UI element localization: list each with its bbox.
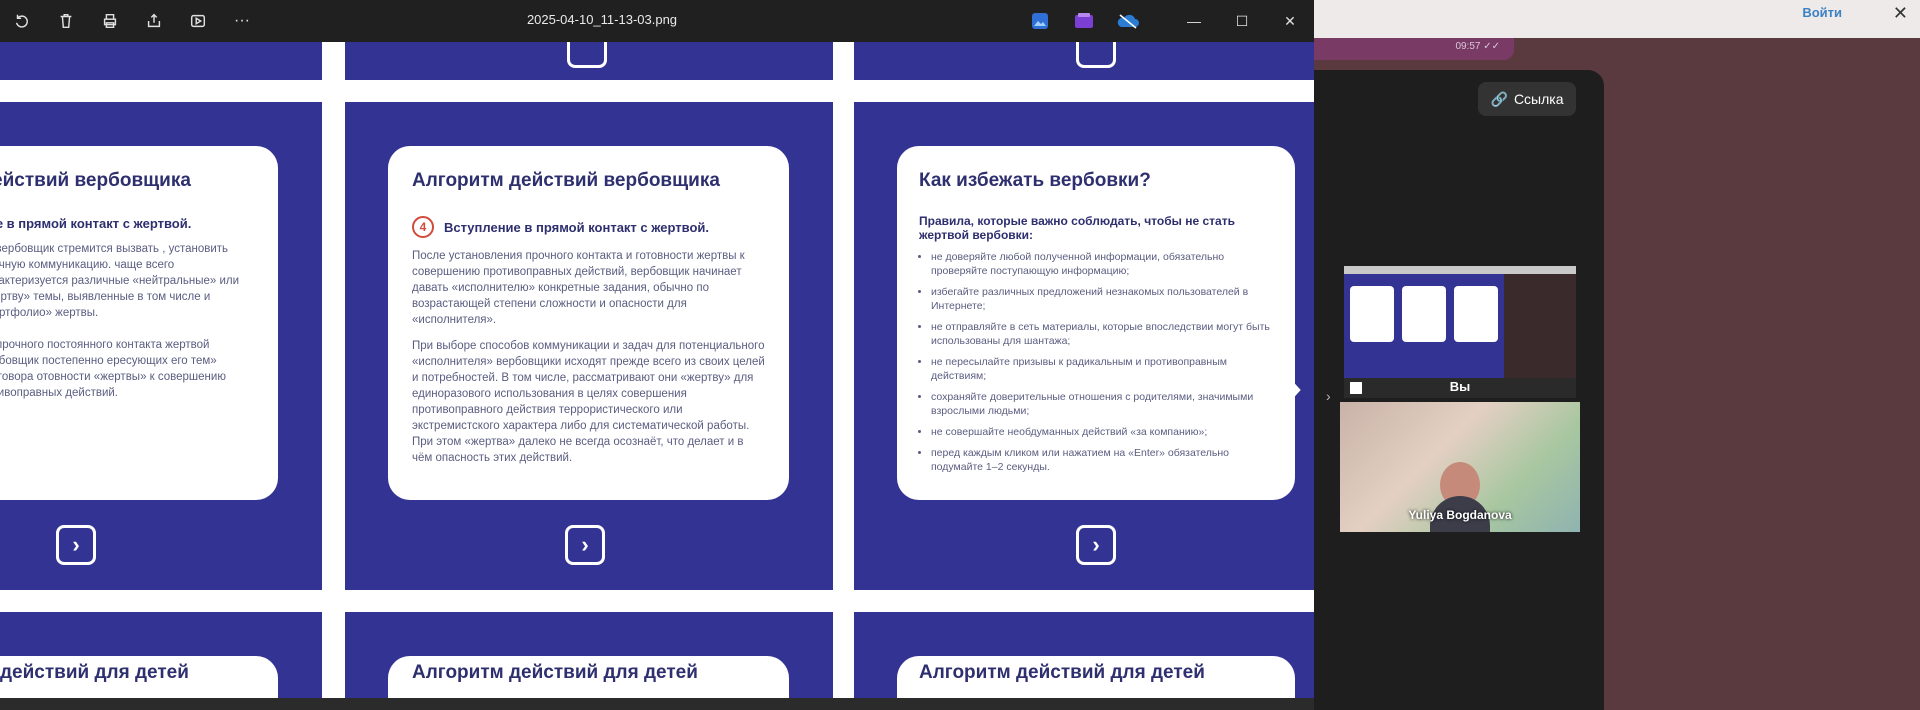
slide-subtitle: Правила, которые важно соблюдать, чтобы … (919, 214, 1273, 242)
clipchamp-icon[interactable] (1062, 0, 1106, 42)
next-image-chevron-icon[interactable] (1268, 360, 1308, 420)
telegram-area: Войти ✕ 09:57 ✓✓ 🔗 Ссылка › Вы Yuliya Bo… (1314, 0, 1920, 710)
rules-list: не доверяйте любой полученной информации… (919, 250, 1273, 474)
slide-title: Алгоритм действий вербовщика (412, 170, 720, 191)
step-number-badge: 4 (412, 216, 434, 238)
expand-chevron-icon[interactable]: › (1326, 388, 1331, 404)
status-strip (0, 698, 1314, 710)
maximize-button[interactable]: ☐ (1218, 0, 1266, 42)
close-button[interactable]: ✕ (1266, 0, 1314, 42)
participant-name: Yuliya Bogdanova (1408, 508, 1512, 522)
slide-next-icon (1076, 42, 1116, 68)
onedrive-icon[interactable] (1106, 0, 1150, 42)
link-button[interactable]: 🔗 Ссылка (1478, 82, 1576, 116)
link-icon: 🔗 (1490, 90, 1508, 107)
rule-item: избегайте различных предложений незнаком… (931, 285, 1273, 313)
slide-paragraph: кт, вербовщик стремится вызвать , устано… (0, 243, 240, 319)
slide-cell (854, 42, 1314, 80)
slide-cell (0, 42, 322, 80)
slide-title: Алгоритм действий для детей (919, 662, 1205, 683)
slide-card: действий вербовщика ние в прямой контакт… (0, 146, 278, 500)
message-bubble: 09:57 ✓✓ (1314, 38, 1514, 60)
photos-app-icon[interactable] (1018, 0, 1062, 42)
slide-subtitle-text: Правила, которые важно соблюдать, чтобы … (919, 214, 1235, 242)
participant-video-tile[interactable]: Yuliya Bogdanova (1340, 402, 1580, 532)
slide-cell: Алгоритм действий для детей (345, 612, 833, 698)
slide-subtitle-text: Вступление в прямой контакт с жертвой. (444, 219, 710, 235)
image-canvas: действий вербовщика ние в прямой контакт… (0, 42, 1314, 698)
rule-item: не совершайте необдуманных действий «за … (931, 425, 1273, 439)
slide-cell: Как избежать вербовки? Правила, которые … (854, 102, 1314, 590)
slide-paragraph: ии прочного постоянного контакта жертвой… (0, 339, 226, 399)
telegram-header: Войти ✕ (1314, 0, 1920, 38)
login-button[interactable]: Войти (1802, 5, 1842, 20)
slide-title: действий вербовщика (0, 170, 191, 191)
slide-cell: действий для детей (0, 612, 322, 698)
close-icon[interactable]: ✕ (1893, 3, 1908, 24)
link-button-label: Ссылка (1513, 91, 1564, 107)
rule-item: сохраняйте доверительные отношения с род… (931, 390, 1273, 418)
slide-cell (345, 42, 833, 80)
self-video-tile[interactable]: Вы (1344, 266, 1576, 398)
message-time: 09:57 ✓✓ (1455, 41, 1500, 52)
rule-item: не отправляйте в сеть материалы, которые… (931, 320, 1273, 348)
slide-cell: Алгоритм действий вербовщика 4 Вступлени… (345, 102, 833, 590)
slide-paragraph: После установления прочного контакта и г… (412, 250, 745, 326)
slide-card: Алгоритм действий вербовщика 4 Вступлени… (388, 146, 789, 500)
slide-cell: Алгоритм действий для детей (854, 612, 1314, 698)
slide-paragraph: При выборе способов коммуникации и задач… (412, 340, 765, 464)
slide-next-icon: › (56, 525, 96, 565)
slide-next-icon: › (1076, 525, 1116, 565)
slide-cell: действий вербовщика ние в прямой контакт… (0, 102, 322, 590)
minimize-button[interactable]: — (1170, 0, 1218, 42)
slide-card: Как избежать вербовки? Правила, которые … (897, 146, 1295, 500)
slide-subtitle-text: ние в прямой контакт с жертвой. (0, 216, 192, 231)
slide-title: Как избежать вербовки? (919, 170, 1151, 191)
rule-item: не пересылайте призывы к радикальным и п… (931, 355, 1273, 383)
rule-item: перед каждым кликом или нажатием на «Ent… (931, 446, 1273, 474)
slide-title: Алгоритм действий для детей (412, 662, 698, 683)
rule-item: не доверяйте любой полученной информации… (931, 250, 1273, 278)
title-bar: ··· 2025-04-10_11-13-03.png — ☐ ✕ (0, 0, 1314, 42)
slide-title: действий для детей (0, 662, 189, 683)
slide-subtitle: ние в прямой контакт с жертвой. (0, 216, 256, 231)
self-label: Вы (1449, 379, 1471, 394)
slide-subtitle: 4 Вступление в прямой контакт с жертвой. (412, 216, 765, 238)
photo-viewer-window: ··· 2025-04-10_11-13-03.png — ☐ ✕ действ… (0, 0, 1314, 710)
video-call-panel: 🔗 Ссылка › Вы Yuliya Bogdanova (1314, 70, 1604, 710)
slide-next-icon (567, 42, 607, 68)
slide-next-icon: › (565, 525, 605, 565)
